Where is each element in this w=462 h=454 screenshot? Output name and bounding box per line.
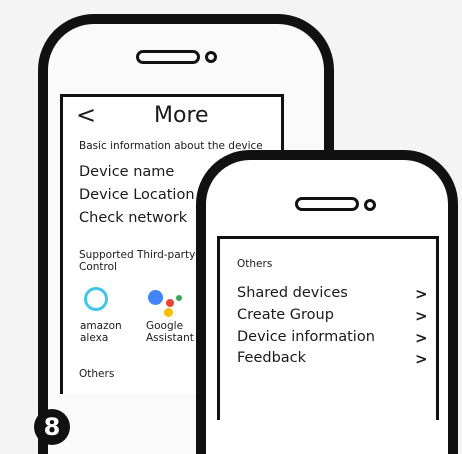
section-others-front: Others — [237, 258, 273, 270]
menu-item-device-location[interactable]: Device Location — [79, 187, 195, 203]
section-third-party-line2: Control — [79, 261, 117, 273]
speaker-icon — [295, 197, 359, 211]
menu-item-feedback[interactable]: Feedback — [237, 350, 306, 366]
speaker-icon — [136, 50, 200, 64]
back-arrow-icon[interactable]: < — [76, 101, 96, 129]
camera-icon — [205, 51, 217, 63]
step-number-badge: 8 — [34, 409, 70, 445]
menu-item-device-information[interactable]: Device information — [237, 329, 375, 345]
camera-icon — [364, 199, 376, 211]
menu-item-device-name[interactable]: Device name — [79, 164, 174, 180]
section-others-back: Others — [79, 368, 115, 380]
google-label-line2: Assistant — [146, 332, 194, 344]
chevron-right-icon: > — [415, 307, 428, 325]
chevron-right-icon: > — [415, 350, 428, 368]
chevron-right-icon: > — [415, 285, 428, 303]
menu-item-check-network[interactable]: Check network — [79, 210, 187, 226]
alexa-label-line2: alexa — [80, 332, 109, 344]
menu-item-shared-devices[interactable]: Shared devices — [237, 285, 348, 301]
alexa-icon[interactable] — [84, 287, 108, 311]
section-basic-info: Basic information about the device — [79, 140, 263, 152]
chevron-right-icon: > — [415, 329, 428, 347]
alexa-label-line1: amazon — [80, 320, 122, 332]
menu-item-create-group[interactable]: Create Group — [237, 307, 334, 323]
page-title: More — [154, 103, 209, 128]
illustration: < More Basic information about the devic… — [0, 0, 462, 454]
section-third-party-line1: Supported Third-party — [79, 249, 196, 261]
google-label-line1: Google — [146, 320, 184, 332]
